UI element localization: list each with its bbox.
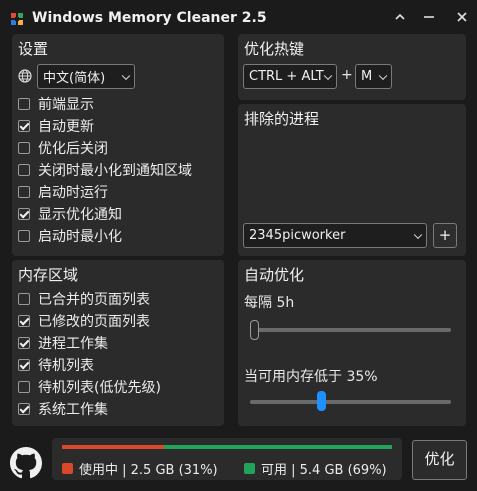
free-color-swatch — [244, 463, 255, 474]
option-label: 启动时运行 — [38, 185, 108, 201]
chevron-down-icon — [323, 71, 333, 80]
area-standby-list[interactable]: 待机列表 — [18, 355, 94, 375]
language-select[interactable]: 中文(简体) — [37, 64, 135, 89]
option-label: 已修改的页面列表 — [38, 314, 150, 330]
option-label: 已合并的页面列表 — [38, 292, 150, 308]
hotkey-key-select[interactable]: M — [355, 64, 392, 89]
globe-icon — [18, 69, 32, 83]
hotkey-title: 优化热键 — [244, 40, 305, 58]
option-show-notification[interactable]: 显示优化通知 — [18, 204, 122, 224]
excluded-process-value: 2345picworker — [249, 228, 346, 243]
option-label: 自动更新 — [38, 119, 94, 135]
option-minimize-to-tray[interactable]: 关闭时最小化到通知区域 — [18, 160, 192, 180]
hotkey-key-value: M — [361, 69, 373, 84]
memory-free-label: 可用 | 5.4 GB (69%) — [261, 463, 387, 478]
option-label: 关闭时最小化到通知区域 — [38, 163, 192, 179]
auto-optimize-title: 自动优化 — [244, 266, 305, 284]
hotkey-plus: + — [341, 67, 353, 83]
close-button[interactable] — [451, 8, 473, 30]
checkbox[interactable] — [18, 337, 30, 349]
area-modified-page-list[interactable]: 已修改的页面列表 — [18, 311, 150, 331]
option-auto-update[interactable]: 自动更新 — [18, 116, 94, 136]
memory-areas-title: 内存区域 — [18, 266, 79, 284]
optimize-button[interactable]: 优化 — [412, 440, 467, 480]
threshold-slider-track[interactable] — [250, 400, 451, 404]
option-label: 待机列表 — [38, 358, 94, 374]
settings-title: 设置 — [18, 40, 49, 58]
chevron-down-icon — [121, 71, 131, 80]
excluded-title: 排除的进程 — [244, 110, 320, 128]
excluded-process-select[interactable]: 2345picworker — [243, 223, 427, 248]
app-icon — [11, 13, 23, 25]
option-label: 启动时最小化 — [38, 229, 122, 245]
option-label: 优化后关闭 — [38, 141, 108, 157]
hotkey-modifier-select[interactable]: CTRL + ALT — [243, 64, 337, 89]
auto-optimize-panel: 自动优化 每隔 5h 当可用内存低于 35% — [238, 260, 466, 426]
memory-areas-panel: 内存区域 已合并的页面列表 已修改的页面列表 进程工作集 待机列表 待机列表(低… — [12, 260, 224, 426]
checkbox[interactable] — [18, 120, 30, 132]
option-label: 进程工作集 — [38, 336, 108, 352]
memory-used-label: 使用中 | 2.5 GB (31%) — [79, 463, 218, 478]
memory-used-bar — [62, 445, 164, 449]
option-run-on-startup[interactable]: 启动时运行 — [18, 182, 108, 202]
excluded-processes-panel: 排除的进程 2345picworker + — [238, 104, 466, 256]
checkbox[interactable] — [18, 381, 30, 393]
memory-free-bar — [164, 445, 392, 449]
checkbox[interactable] — [18, 293, 30, 305]
option-close-after-optimize[interactable]: 优化后关闭 — [18, 138, 108, 158]
checkbox[interactable] — [18, 315, 30, 327]
checkbox[interactable] — [18, 142, 30, 154]
hotkey-modifier-value: CTRL + ALT — [249, 69, 324, 84]
threshold-label: 当可用内存低于 35% — [244, 369, 378, 385]
chevron-down-icon — [378, 71, 388, 80]
interval-slider-thumb[interactable] — [250, 320, 259, 340]
option-label: 待机列表(低优先级) — [38, 380, 161, 396]
minimize-button[interactable] — [418, 8, 440, 30]
threshold-slider-thumb[interactable] — [317, 391, 327, 411]
github-icon[interactable] — [10, 447, 42, 479]
window-title: Windows Memory Cleaner 2.5 — [32, 10, 267, 26]
option-start-minimized[interactable]: 启动时最小化 — [18, 226, 122, 246]
area-system-working-set[interactable]: 系统工作集 — [18, 399, 108, 419]
option-always-on-top[interactable]: 前端显示 — [18, 94, 94, 114]
checkbox[interactable] — [18, 403, 30, 415]
interval-label: 每隔 5h — [244, 295, 295, 311]
settings-panel: 设置 中文(简体) 前端显示 自动更新 优化后关闭 关闭时最小化到通知区域 启动… — [12, 34, 224, 256]
chevron-up-icon — [395, 13, 405, 20]
option-label: 前端显示 — [38, 97, 94, 113]
collapse-button[interactable] — [389, 8, 411, 30]
used-color-swatch — [62, 463, 73, 474]
option-label: 显示优化通知 — [38, 207, 122, 223]
title-bar: Windows Memory Cleaner 2.5 — [0, 0, 477, 38]
chevron-down-icon — [413, 230, 423, 239]
checkbox[interactable] — [18, 208, 30, 220]
checkbox[interactable] — [18, 164, 30, 176]
checkbox[interactable] — [18, 359, 30, 371]
option-label: 系统工作集 — [38, 402, 108, 418]
close-icon — [457, 12, 467, 22]
checkbox[interactable] — [18, 230, 30, 242]
area-combined-page-list[interactable]: 已合并的页面列表 — [18, 289, 150, 309]
language-value: 中文(简体) — [43, 71, 106, 86]
area-process-working-set[interactable]: 进程工作集 — [18, 333, 108, 353]
app-window: Windows Memory Cleaner 2.5 设置 中文(简体) 前端显… — [0, 0, 477, 491]
checkbox[interactable] — [18, 186, 30, 198]
checkbox[interactable] — [18, 98, 30, 110]
add-process-button[interactable]: + — [433, 223, 457, 248]
memory-used-legend: 使用中 | 2.5 GB (31%) — [62, 459, 218, 478]
area-standby-list-low-priority[interactable]: 待机列表(低优先级) — [18, 377, 161, 397]
memory-free-legend: 可用 | 5.4 GB (69%) — [244, 459, 387, 478]
hotkey-panel: 优化热键 CTRL + ALT + M — [238, 34, 466, 100]
minimize-icon — [424, 16, 434, 18]
interval-slider-track[interactable] — [250, 328, 451, 332]
